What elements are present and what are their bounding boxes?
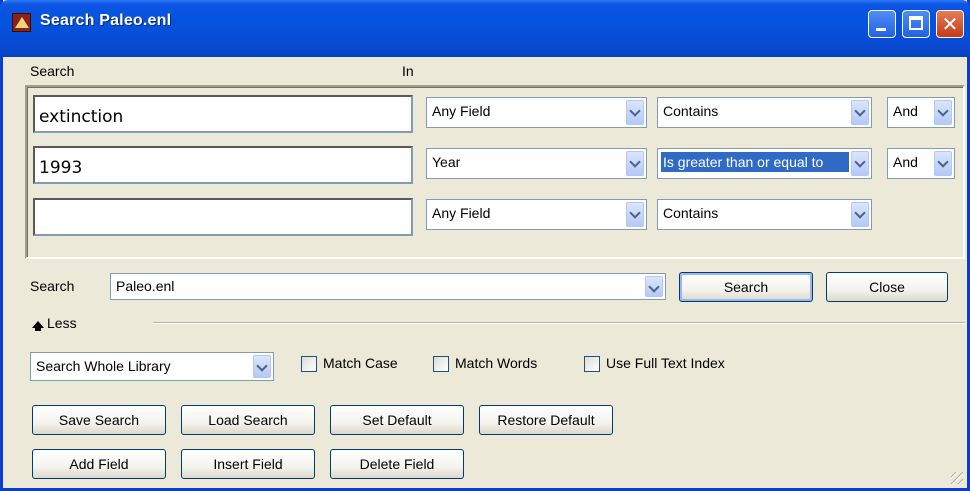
field-select-2-value: Year [432,154,461,170]
connector-select-2-value: And [893,154,918,170]
search-dialog-window: Search Paleo.enl ✕ Search In extinction … [0,0,970,491]
operator-select-2[interactable]: Is greater than or equal to [657,148,872,179]
match-words-checkbox[interactable] [433,356,449,372]
scope-select-value: Search Whole Library [36,358,171,374]
field-select-3-value: Any Field [432,205,491,221]
connector-select-2[interactable]: And [887,148,955,179]
chevron-down-icon[interactable] [645,276,663,297]
operator-select-1-value: Contains [663,103,719,119]
operator-select-3-value: Contains [663,205,719,221]
close-window-button[interactable]: ✕ [936,10,964,38]
window-title: Search Paleo.enl [40,12,172,29]
chevron-down-icon[interactable] [934,151,952,176]
connector-select-1[interactable]: And [887,97,955,128]
chevron-down-icon[interactable] [934,100,952,125]
library-select-value: Paleo.enl [116,278,175,294]
resize-grip-icon[interactable] [951,472,963,484]
search-term-input-1[interactable]: extinction [33,95,413,133]
search-term-input-3[interactable] [33,198,413,236]
field-select-1-value: Any Field [432,103,491,119]
less-toggle[interactable]: Less [47,315,77,331]
search-button[interactable]: Search [679,272,813,302]
operator-select-2-value: Is greater than or equal to [660,151,850,173]
match-case-label[interactable]: Match Case [323,355,398,371]
match-case-checkbox[interactable] [301,356,317,372]
chevron-down-icon[interactable] [851,100,869,125]
section-divider [153,322,965,324]
library-search-label: Search [30,278,75,294]
chevron-down-icon[interactable] [626,202,644,227]
field-select-1[interactable]: Any Field [426,97,647,128]
in-column-label: In [402,63,414,79]
field-select-2[interactable]: Year [426,148,647,179]
field-select-3[interactable]: Any Field [426,199,647,230]
collapse-arrow-icon[interactable] [32,321,44,328]
delete-field-button[interactable]: Delete Field [330,449,464,479]
library-select[interactable]: Paleo.enl [110,273,666,300]
full-text-index-label[interactable]: Use Full Text Index [606,355,725,371]
add-field-button[interactable]: Add Field [32,449,166,479]
chevron-down-icon[interactable] [626,151,644,176]
search-term-input-2[interactable]: 1993 [33,146,413,184]
maximize-icon [909,16,923,30]
close-button[interactable]: Close [826,272,948,302]
operator-select-1[interactable]: Contains [657,97,872,128]
chevron-down-icon[interactable] [851,202,869,227]
endnote-app-icon [12,13,31,32]
close-icon: ✕ [941,12,959,36]
scope-select[interactable]: Search Whole Library [30,352,274,381]
connector-select-1-value: And [893,103,918,119]
full-text-index-checkbox[interactable] [584,356,600,372]
match-words-label[interactable]: Match Words [455,355,537,371]
title-bar[interactable]: Search Paleo.enl ✕ [0,0,970,57]
chevron-down-icon[interactable] [851,151,869,176]
save-search-button[interactable]: Save Search [32,405,166,435]
minimize-icon [876,28,886,31]
minimize-button[interactable] [868,10,896,38]
insert-field-button[interactable]: Insert Field [181,449,315,479]
chevron-down-icon[interactable] [253,355,271,378]
restore-default-button[interactable]: Restore Default [479,405,613,435]
operator-select-3[interactable]: Contains [657,199,872,230]
set-default-button[interactable]: Set Default [330,405,464,435]
maximize-button[interactable] [902,10,930,38]
load-search-button[interactable]: Load Search [181,405,315,435]
search-column-label: Search [30,63,75,79]
chevron-down-icon[interactable] [626,100,644,125]
